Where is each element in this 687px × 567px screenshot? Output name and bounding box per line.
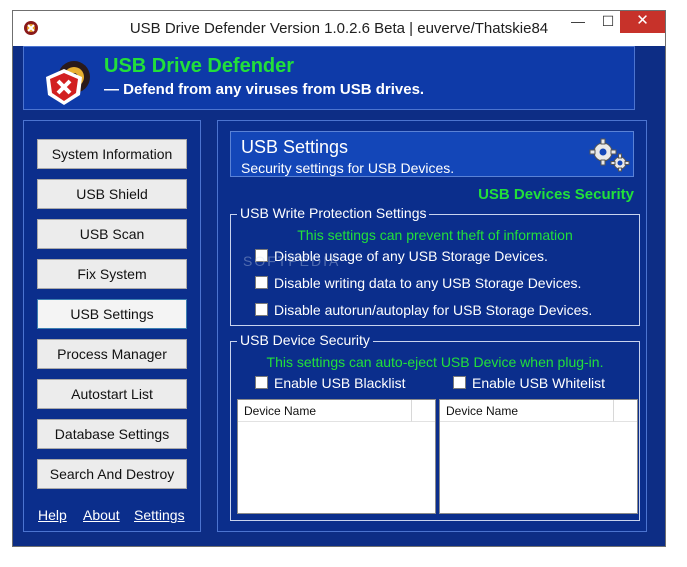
write-protection-note: This settings can prevent theft of infor… (297, 227, 573, 243)
softpedia-watermark: SOFTPEDIA (243, 253, 341, 269)
write-protection-legend: USB Write Protection Settings (237, 205, 430, 221)
nav-system-information-button[interactable]: System Information (37, 139, 187, 169)
app-name: USB Drive Defender (104, 55, 295, 77)
whitelist-device-name-column-header[interactable]: Device Name (440, 400, 614, 422)
blacklist-device-name-column-header[interactable]: Device Name (238, 400, 412, 422)
devices-security-heading: USB Devices Security (478, 186, 634, 203)
device-security-legend: USB Device Security (237, 332, 373, 348)
enable-whitelist-checkbox[interactable]: Enable USB Whitelist (453, 375, 605, 391)
app-header: USB Drive Defender — Defend from any vir… (23, 46, 635, 110)
checkbox-box[interactable] (255, 303, 268, 316)
checkbox-box[interactable] (453, 376, 466, 389)
column-header-filler (412, 400, 435, 422)
close-button[interactable]: ✕ (620, 11, 665, 33)
biohazard-shield-logo-icon (46, 61, 90, 105)
nav-database-settings-button[interactable]: Database Settings (37, 419, 187, 449)
write-protection-group: USB Write Protection Settings This setti… (230, 205, 640, 326)
nav-fix-system-button[interactable]: Fix System (37, 259, 187, 289)
title-bar[interactable]: USB Drive Defender Version 1.0.2.6 Beta … (13, 11, 665, 46)
whitelist-device-list[interactable]: Device Name (439, 399, 638, 514)
disable-writing-checkbox[interactable]: Disable writing data to any USB Storage … (255, 275, 581, 291)
help-link[interactable]: Help (38, 507, 67, 523)
section-header: USB Settings Security settings for USB D… (230, 131, 634, 177)
gears-icon (589, 138, 630, 172)
about-link[interactable]: About (83, 507, 120, 523)
app-tagline: — Defend from any viruses from USB drive… (104, 81, 425, 98)
nav-search-and-destroy-button[interactable]: Search And Destroy (37, 459, 187, 489)
maximize-button[interactable]: ☐ (594, 11, 622, 33)
app-window: USB Drive Defender Version 1.0.2.6 Beta … (12, 10, 666, 547)
disable-autorun-checkbox[interactable]: Disable autorun/autoplay for USB Storage… (255, 302, 592, 318)
nav-usb-shield-button[interactable]: USB Shield (37, 179, 187, 209)
page-title: USB Settings (241, 137, 349, 157)
enable-whitelist-label: Enable USB Whitelist (472, 375, 606, 391)
page-subtitle: Security settings for USB Devices. (241, 160, 455, 176)
minimize-button[interactable]: — (564, 11, 592, 33)
column-header-filler (614, 400, 637, 422)
enable-blacklist-label: Enable USB Blacklist (274, 375, 406, 391)
checkbox-box[interactable] (255, 276, 268, 289)
disable-writing-label: Disable writing data to any USB Storage … (274, 275, 582, 291)
main-panel: USB Settings Security settings for USB D… (217, 120, 647, 532)
device-security-group: USB Device Security This settings can au… (230, 332, 640, 521)
settings-link[interactable]: Settings (134, 507, 185, 523)
nav-usb-scan-button[interactable]: USB Scan (37, 219, 187, 249)
navigation-panel: System Information USB Shield USB Scan F… (23, 120, 201, 532)
nav-process-manager-button[interactable]: Process Manager (37, 339, 187, 369)
enable-blacklist-checkbox[interactable]: Enable USB Blacklist (255, 375, 406, 391)
blacklist-device-list[interactable]: Device Name (237, 399, 436, 514)
device-security-note: This settings can auto-eject USB Device … (266, 354, 604, 370)
nav-usb-settings-button[interactable]: USB Settings (37, 299, 187, 329)
checkbox-box[interactable] (255, 376, 268, 389)
disable-autorun-label: Disable autorun/autoplay for USB Storage… (274, 302, 593, 318)
nav-autostart-list-button[interactable]: Autostart List (37, 379, 187, 409)
